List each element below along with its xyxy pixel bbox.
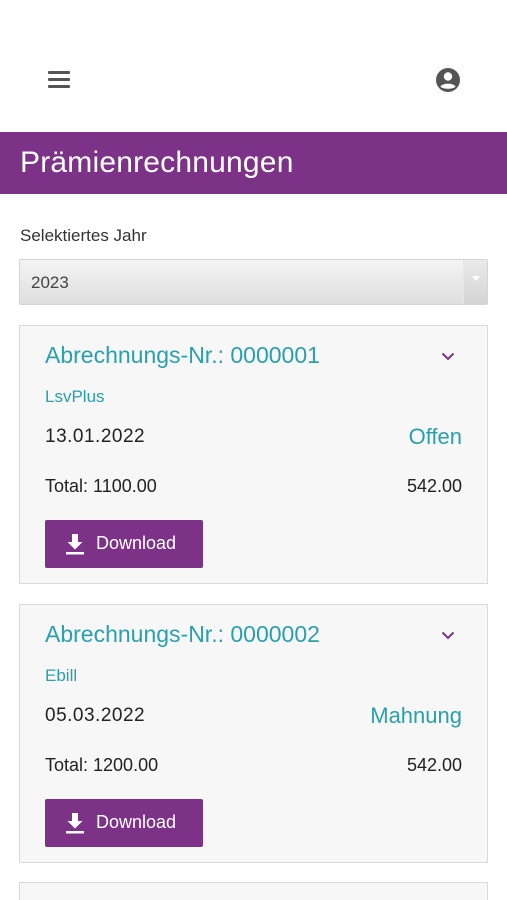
year-filter-label: Selektiertes Jahr xyxy=(20,226,147,245)
year-select-value: 2023 xyxy=(31,273,69,292)
invoice-number: Abrechnungs-Nr.: 0000001 xyxy=(45,342,320,368)
year-select-toggle[interactable] xyxy=(463,260,487,304)
chevron-down-icon[interactable] xyxy=(440,348,456,364)
page-title-bar: Prämienrechnungen xyxy=(0,132,507,194)
caret-down-icon xyxy=(472,276,480,281)
page-title: Prämienrechnungen xyxy=(20,146,294,179)
invoice-card: Abrechnungs-Nr.: 0000001 LsvPlus 13.01.2… xyxy=(19,325,488,584)
invoice-type: Ebill xyxy=(45,666,78,685)
invoice-number: Abrechnungs-Nr.: 0000002 xyxy=(45,621,320,647)
invoice-date: 13.01.2022 xyxy=(45,426,146,447)
download-label: Download xyxy=(96,812,177,832)
invoice-status: Mahnung xyxy=(370,703,462,728)
invoice-total: Total: 1200.00 xyxy=(45,755,159,775)
invoice-amount: 542.00 xyxy=(406,476,462,496)
invoice-card: Abrechnungs-Nr.: 0000002 Ebill 05.03.202… xyxy=(19,604,488,863)
hamburger-menu-icon[interactable] xyxy=(46,68,74,92)
download-icon xyxy=(66,813,84,834)
download-button[interactable]: Download xyxy=(45,520,203,568)
download-label: Download xyxy=(96,533,177,553)
invoice-total: Total: 1100.00 xyxy=(45,476,157,496)
download-icon xyxy=(66,534,84,555)
invoice-date: 05.03.2022 xyxy=(45,705,146,726)
invoice-amount: 542.00 xyxy=(406,755,462,775)
top-app-bar xyxy=(0,0,507,132)
download-button[interactable]: Download xyxy=(45,799,203,847)
invoice-status: Offen xyxy=(408,424,462,449)
invoice-type: LsvPlus xyxy=(45,387,105,406)
chevron-down-icon[interactable] xyxy=(440,627,456,643)
invoice-card-partial xyxy=(19,882,488,900)
account-circle-icon[interactable] xyxy=(434,66,462,94)
year-select[interactable]: 2023 xyxy=(19,259,488,305)
